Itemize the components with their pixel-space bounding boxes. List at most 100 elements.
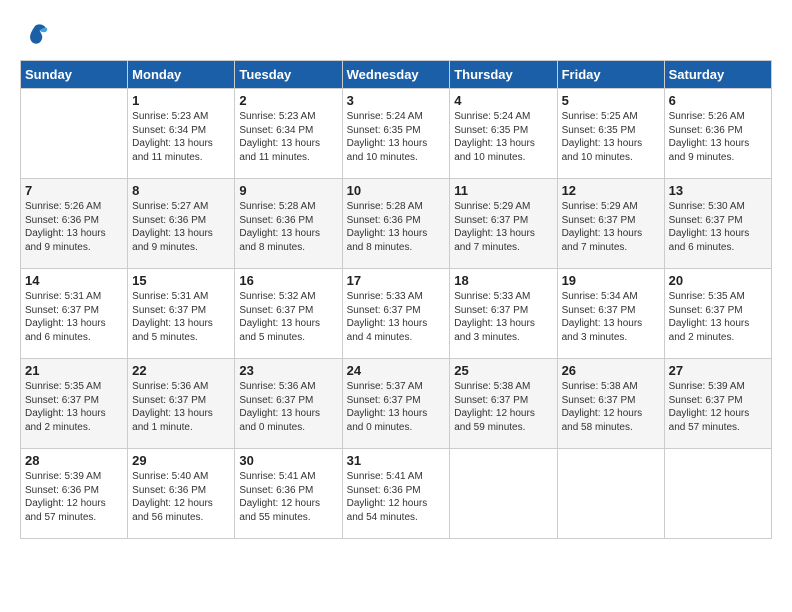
calendar-cell: 27 Sunrise: 5:39 AMSunset: 6:37 PMDayligh… [664,359,771,449]
week-row: 1 Sunrise: 5:23 AMSunset: 6:34 PMDaylight… [21,89,772,179]
calendar-cell: 9 Sunrise: 5:28 AMSunset: 6:36 PMDaylight… [235,179,342,269]
day-number: 8 [132,183,230,198]
calendar-cell: 22Sunrise: 5:36 AMSunset: 6:37 PMDayligh… [128,359,235,449]
calendar-table: Sunday Monday Tuesday Wednesday Thursday… [20,60,772,539]
calendar-cell: 11 Sunrise: 5:29 AMSunset: 6:37 PMDayligh… [450,179,557,269]
col-friday: Friday [557,61,664,89]
day-info: Sunrise: 5:41 AMSunset: 6:36 PMDaylight:… [347,470,446,524]
calendar-cell: 6 Sunrise: 5:26 AMSunset: 6:36 PMDaylight… [664,89,771,179]
day-info: Sunrise: 5:41 AMSunset: 6:36 PMDaylight:… [239,470,337,524]
calendar-cell: 15 Sunrise: 5:31 AMSunset: 6:37 PMDayligh… [128,269,235,359]
day-number: 10 [347,183,446,198]
calendar-cell: 25Sunrise: 5:38 AMSunset: 6:37 PMDayligh… [450,359,557,449]
calendar-cell: 3 Sunrise: 5:24 AMSunset: 6:35 PMDaylight… [342,89,450,179]
day-info: Sunrise: 5:30 AMSunset: 6:37 PMDaylight:… [669,200,767,254]
day-info: Sunrise: 5:26 AMSunset: 6:36 PMDaylight:… [669,110,767,164]
day-info: Sunrise: 5:35 AMSunset: 6:37 PMDaylight:… [669,290,767,344]
day-info: Sunrise: 5:38 AMSunset: 6:37 PMDaylight:… [562,380,660,434]
day-number: 13 [669,183,767,198]
page-header [20,20,772,50]
day-number: 3 [347,93,446,108]
day-info: Sunrise: 5:28 AMSunset: 6:36 PMDaylight:… [239,200,337,254]
calendar-cell: 26 Sunrise: 5:38 AMSunset: 6:37 PMDayligh… [557,359,664,449]
calendar-cell: 20Sunrise: 5:35 AMSunset: 6:37 PMDayligh… [664,269,771,359]
col-monday: Monday [128,61,235,89]
calendar-cell: 28Sunrise: 5:39 AMSunset: 6:36 PMDayligh… [21,449,128,539]
day-number: 27 [669,363,767,378]
week-row: 21 Sunrise: 5:35 AMSunset: 6:37 PMDayligh… [21,359,772,449]
day-info: Sunrise: 5:24 AMSunset: 6:35 PMDaylight:… [454,110,552,164]
day-info: Sunrise: 5:29 AMSunset: 6:37 PMDaylight:… [562,200,660,254]
day-number: 16 [239,273,337,288]
day-info: Sunrise: 5:31 AMSunset: 6:37 PMDaylight:… [25,290,123,344]
calendar-cell: 16 Sunrise: 5:32 AMSunset: 6:37 PMDayligh… [235,269,342,359]
header-row: Sunday Monday Tuesday Wednesday Thursday… [21,61,772,89]
calendar-cell: 24 Sunrise: 5:37 AMSunset: 6:37 PMDayligh… [342,359,450,449]
day-info: Sunrise: 5:24 AMSunset: 6:35 PMDaylight:… [347,110,446,164]
calendar-cell: 7 Sunrise: 5:26 AMSunset: 6:36 PMDaylight… [21,179,128,269]
logo [20,20,54,50]
calendar-cell [664,449,771,539]
day-number: 23 [239,363,337,378]
day-number: 21 [25,363,123,378]
day-number: 18 [454,273,552,288]
calendar-cell: 17Sunrise: 5:33 AMSunset: 6:37 PMDayligh… [342,269,450,359]
day-info: Sunrise: 5:23 AMSunset: 6:34 PMDaylight:… [239,110,337,164]
calendar-cell: 13 Sunrise: 5:30 AMSunset: 6:37 PMDayligh… [664,179,771,269]
calendar-cell: 5 Sunrise: 5:25 AMSunset: 6:35 PMDaylight… [557,89,664,179]
week-row: 7 Sunrise: 5:26 AMSunset: 6:36 PMDaylight… [21,179,772,269]
calendar-cell: 23 Sunrise: 5:36 AMSunset: 6:37 PMDayligh… [235,359,342,449]
calendar-cell: 19 Sunrise: 5:34 AMSunset: 6:37 PMDayligh… [557,269,664,359]
day-number: 1 [132,93,230,108]
calendar-cell: 8Sunrise: 5:27 AMSunset: 6:36 PMDaylight… [128,179,235,269]
col-tuesday: Tuesday [235,61,342,89]
day-info: Sunrise: 5:32 AMSunset: 6:37 PMDaylight:… [239,290,337,344]
day-number: 31 [347,453,446,468]
calendar-cell: 1 Sunrise: 5:23 AMSunset: 6:34 PMDaylight… [128,89,235,179]
week-row: 28Sunrise: 5:39 AMSunset: 6:36 PMDayligh… [21,449,772,539]
day-number: 5 [562,93,660,108]
calendar-cell: 4Sunrise: 5:24 AMSunset: 6:35 PMDaylight… [450,89,557,179]
day-number: 26 [562,363,660,378]
calendar-cell: 2 Sunrise: 5:23 AMSunset: 6:34 PMDaylight… [235,89,342,179]
day-number: 24 [347,363,446,378]
day-number: 29 [132,453,230,468]
day-number: 28 [25,453,123,468]
day-info: Sunrise: 5:29 AMSunset: 6:37 PMDaylight:… [454,200,552,254]
week-row: 14 Sunrise: 5:31 AMSunset: 6:37 PMDayligh… [21,269,772,359]
calendar-cell: 29 Sunrise: 5:40 AMSunset: 6:36 PMDayligh… [128,449,235,539]
day-info: Sunrise: 5:39 AMSunset: 6:37 PMDaylight:… [669,380,767,434]
day-number: 7 [25,183,123,198]
day-number: 2 [239,93,337,108]
calendar-cell: 10Sunrise: 5:28 AMSunset: 6:36 PMDayligh… [342,179,450,269]
calendar-cell: 31 Sunrise: 5:41 AMSunset: 6:36 PMDayligh… [342,449,450,539]
calendar-cell: 21 Sunrise: 5:35 AMSunset: 6:37 PMDayligh… [21,359,128,449]
day-info: Sunrise: 5:31 AMSunset: 6:37 PMDaylight:… [132,290,230,344]
day-info: Sunrise: 5:40 AMSunset: 6:36 PMDaylight:… [132,470,230,524]
day-number: 6 [669,93,767,108]
day-number: 9 [239,183,337,198]
day-number: 14 [25,273,123,288]
day-info: Sunrise: 5:37 AMSunset: 6:37 PMDaylight:… [347,380,446,434]
day-number: 22 [132,363,230,378]
day-number: 15 [132,273,230,288]
logo-bird-icon [20,20,50,50]
day-number: 11 [454,183,552,198]
day-info: Sunrise: 5:23 AMSunset: 6:34 PMDaylight:… [132,110,230,164]
col-sunday: Sunday [21,61,128,89]
calendar-cell [557,449,664,539]
day-number: 17 [347,273,446,288]
day-number: 12 [562,183,660,198]
day-info: Sunrise: 5:36 AMSunset: 6:37 PMDaylight:… [239,380,337,434]
day-number: 19 [562,273,660,288]
day-info: Sunrise: 5:34 AMSunset: 6:37 PMDaylight:… [562,290,660,344]
day-info: Sunrise: 5:35 AMSunset: 6:37 PMDaylight:… [25,380,123,434]
calendar-cell [450,449,557,539]
day-info: Sunrise: 5:25 AMSunset: 6:35 PMDaylight:… [562,110,660,164]
col-saturday: Saturday [664,61,771,89]
col-thursday: Thursday [450,61,557,89]
day-info: Sunrise: 5:26 AMSunset: 6:36 PMDaylight:… [25,200,123,254]
calendar-cell: 18Sunrise: 5:33 AMSunset: 6:37 PMDayligh… [450,269,557,359]
calendar-cell [21,89,128,179]
day-number: 25 [454,363,552,378]
